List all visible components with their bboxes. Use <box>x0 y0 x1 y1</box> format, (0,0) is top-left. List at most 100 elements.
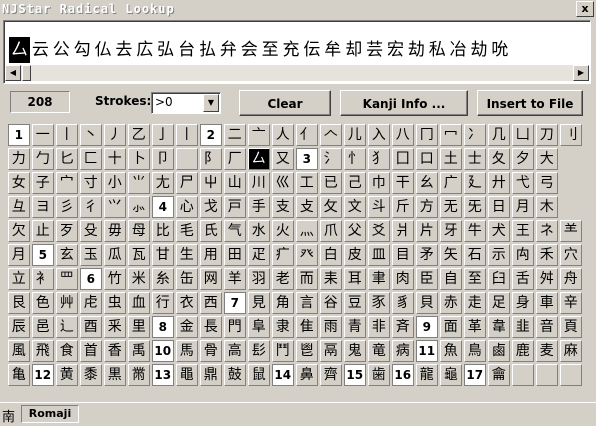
radical-cell[interactable]: 山 <box>224 172 246 194</box>
radical-cell[interactable]: 高 <box>224 340 246 362</box>
radical-cell[interactable]: 囗 <box>392 148 414 170</box>
candidate-char[interactable]: 芸 <box>364 37 385 63</box>
radical-cell[interactable]: 丨 <box>176 124 198 146</box>
radical-cell[interactable]: 門 <box>224 316 246 338</box>
scroll-right-button[interactable]: ▶ <box>573 65 589 81</box>
radical-cell[interactable]: 工 <box>296 172 318 194</box>
radical-cell[interactable]: 風 <box>8 340 30 362</box>
radical-cell[interactable]: 辶 <box>56 316 78 338</box>
candidate-char[interactable]: 至 <box>260 37 281 63</box>
candidate-char[interactable]: 冶 <box>448 37 469 63</box>
candidate-char[interactable]: 仏 <box>93 37 114 63</box>
radical-cell[interactable]: 黄 <box>56 364 78 386</box>
radical-cell[interactable]: 文 <box>344 196 366 218</box>
radical-cell[interactable]: 黽 <box>176 364 198 386</box>
radical-cell[interactable]: 鼓 <box>224 364 246 386</box>
candidate-char[interactable]: 弘 <box>155 37 176 63</box>
radical-cell[interactable]: 髟 <box>248 340 270 362</box>
kanji-info-button[interactable]: Kanji Info ... <box>340 90 468 116</box>
radical-cell[interactable]: 首 <box>80 340 102 362</box>
radical-cell[interactable]: 歯 <box>368 364 390 386</box>
radical-cell[interactable]: 邑 <box>32 316 54 338</box>
candidate-char[interactable]: 伝 <box>301 37 322 63</box>
radical-cell[interactable]: 目 <box>392 244 414 266</box>
radical-cell[interactable]: 行 <box>152 292 174 314</box>
radical-cell[interactable]: 亠 <box>248 124 270 146</box>
candidate-char[interactable]: 会 <box>239 37 260 63</box>
scroll-thumb[interactable] <box>22 65 31 81</box>
radical-cell[interactable]: 厂 <box>224 148 246 170</box>
radical-cell[interactable]: 大 <box>536 148 558 170</box>
radical-cell[interactable]: 氏 <box>200 220 222 242</box>
radical-cell[interactable]: 甘 <box>152 244 174 266</box>
candidate-char[interactable]: 広 <box>134 37 155 63</box>
radical-cell[interactable]: 羊 <box>224 268 246 290</box>
radical-cell[interactable]: 斤 <box>392 196 414 218</box>
radical-cell[interactable]: 勹 <box>32 148 54 170</box>
radical-cell[interactable]: 皮 <box>344 244 366 266</box>
radical-cell[interactable]: 日 <box>488 196 510 218</box>
radical-cell[interactable]: 刀 <box>536 124 558 146</box>
radical-cell[interactable]: 用 <box>200 244 222 266</box>
radical-cell[interactable]: 缶 <box>176 268 198 290</box>
radical-cell[interactable]: 鼎 <box>200 364 222 386</box>
radical-cell[interactable]: 豸 <box>392 292 414 314</box>
radical-cell[interactable]: 斗 <box>368 196 390 218</box>
radical-cell[interactable]: ⺌ <box>128 172 150 194</box>
radical-cell[interactable]: 廴 <box>464 172 486 194</box>
clear-button[interactable]: Clear <box>239 90 331 116</box>
radical-cell[interactable]: 小 <box>104 172 126 194</box>
radical-cell[interactable]: 釆 <box>104 316 126 338</box>
radical-cell[interactable]: 木 <box>536 196 558 218</box>
radical-cell[interactable]: 虫 <box>104 292 126 314</box>
radical-cell[interactable]: 殳 <box>80 220 102 242</box>
radical-cell[interactable]: 毋 <box>104 220 126 242</box>
radical-cell[interactable]: 鼻 <box>296 364 318 386</box>
radical-cell[interactable]: 止 <box>32 220 54 242</box>
radical-cell[interactable]: 臼 <box>488 268 510 290</box>
radical-cell[interactable]: 艮 <box>8 292 30 314</box>
radical-cell[interactable]: 馬 <box>176 340 198 362</box>
radical-cell[interactable]: 爪 <box>320 220 342 242</box>
candidate-char[interactable]: 公 <box>51 37 72 63</box>
radical-cell[interactable]: 彡 <box>56 196 78 218</box>
radical-cell[interactable]: 言 <box>296 292 318 314</box>
radical-cell[interactable]: 赤 <box>440 292 462 314</box>
radical-cell[interactable]: 忄 <box>344 148 366 170</box>
radical-cell[interactable]: 攴 <box>296 196 318 218</box>
radical-cell[interactable]: 几 <box>488 124 510 146</box>
radical-cell[interactable]: 口 <box>416 148 438 170</box>
candidate-char[interactable]: 私 <box>427 37 448 63</box>
radical-cell[interactable]: 瓜 <box>104 244 126 266</box>
radical-cell[interactable]: 毛 <box>176 220 198 242</box>
radical-cell[interactable]: 寸 <box>80 172 102 194</box>
radical-cell[interactable]: 又 <box>272 148 294 170</box>
radical-cell[interactable]: 疒 <box>272 244 294 266</box>
radical-cell[interactable]: 冂 <box>416 124 438 146</box>
radical-cell[interactable]: 欠 <box>8 220 30 242</box>
radical-cell[interactable]: 亻 <box>296 124 318 146</box>
radical-cell[interactable]: 𠆢 <box>320 124 342 146</box>
radical-cell[interactable]: 人 <box>272 124 294 146</box>
radical-cell[interactable]: 戈 <box>200 196 222 218</box>
insert-to-file-button[interactable]: Insert to File <box>477 90 583 116</box>
close-button[interactable]: x <box>576 1 594 17</box>
radical-cell[interactable]: 鬲 <box>320 340 342 362</box>
radical-cell[interactable]: 血 <box>128 292 150 314</box>
radical-cell[interactable]: 鹿 <box>512 340 534 362</box>
radical-cell[interactable]: 米 <box>128 268 150 290</box>
radical-cell[interactable]: 牛 <box>464 220 486 242</box>
radical-cell[interactable]: 色 <box>32 292 54 314</box>
radical-cell[interactable]: 攵 <box>320 196 342 218</box>
input-method-icon[interactable]: 南 <box>2 406 15 425</box>
radical-cell[interactable]: 耒 <box>320 268 342 290</box>
radical-cell[interactable]: 青 <box>344 316 366 338</box>
radical-cell[interactable]: 幺 <box>416 172 438 194</box>
radical-cell[interactable]: 糸 <box>152 268 174 290</box>
radical-cell[interactable]: 匚 <box>80 148 102 170</box>
radical-cell[interactable]: 彑 <box>8 196 30 218</box>
radical-cell[interactable]: 彳 <box>80 196 102 218</box>
radical-cell[interactable]: 龠 <box>488 364 510 386</box>
radical-cell[interactable]: ネ <box>536 220 558 242</box>
radical-cell[interactable]: 凵 <box>512 124 534 146</box>
